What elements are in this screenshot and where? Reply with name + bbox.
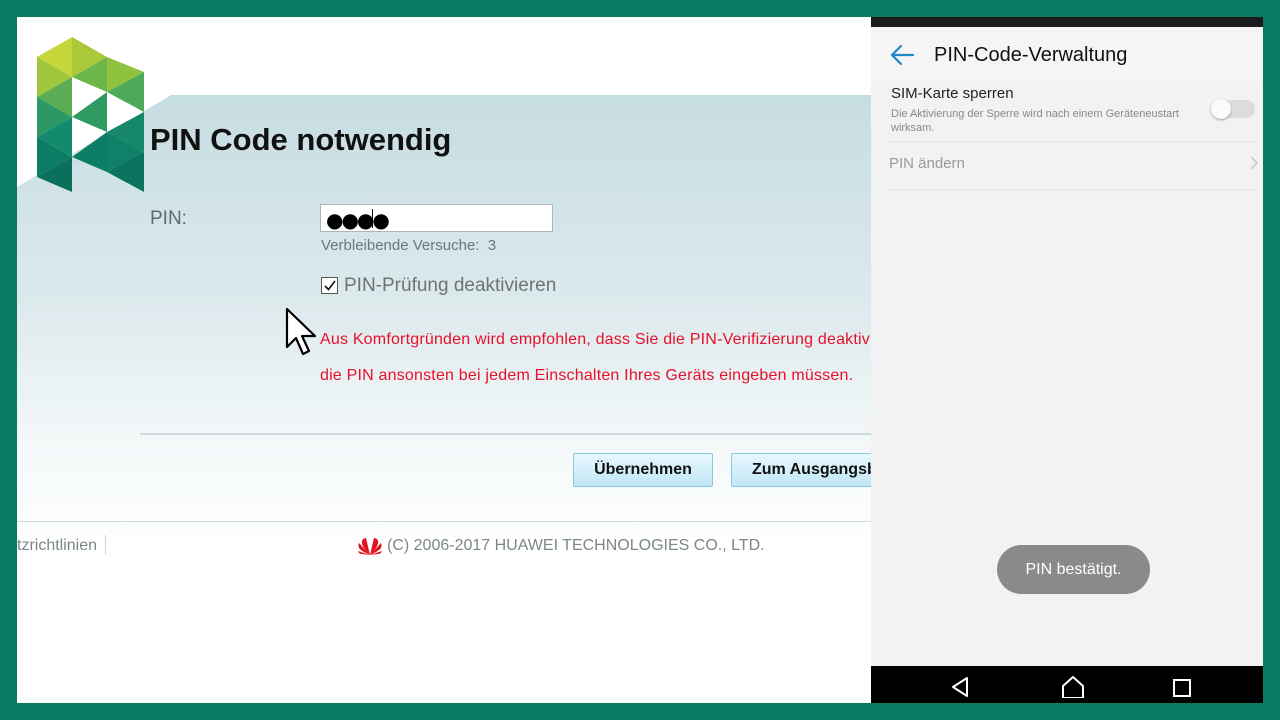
disable-pin-label[interactable]: PIN-Prüfung deaktivieren bbox=[344, 275, 556, 297]
mouse-pointer-icon bbox=[285, 307, 317, 356]
chevron-right-icon bbox=[1250, 156, 1259, 170]
copyright-text: (C) 2006-2017 HUAWEI TECHNOLOGIES CO., L… bbox=[387, 537, 765, 554]
sim-lock-toggle[interactable] bbox=[1211, 99, 1255, 119]
footer-separator bbox=[105, 535, 106, 555]
nav-back-icon[interactable] bbox=[950, 676, 972, 698]
divider bbox=[140, 433, 871, 435]
recommendation-text-line2: die PIN ansonsten bei jedem Einschalten … bbox=[320, 367, 854, 384]
nav-recents-icon[interactable] bbox=[1172, 678, 1192, 698]
reset-button[interactable]: Zum Ausgangsb bbox=[731, 453, 871, 487]
status-bar bbox=[871, 17, 1263, 27]
footer-divider bbox=[17, 521, 871, 522]
back-arrow-icon[interactable] bbox=[889, 43, 915, 67]
android-settings-screen: PIN-Code-Verwaltung SIM-Karte sperren Di… bbox=[871, 17, 1263, 703]
pin-label: PIN: bbox=[150, 208, 187, 229]
pin-input[interactable]: ●●●● bbox=[320, 204, 553, 232]
remaining-attempts-count: 3 bbox=[487, 237, 497, 254]
text-caret bbox=[372, 209, 373, 228]
remaining-attempts: Verbleibende Versuche: 3 bbox=[321, 237, 496, 254]
toast-message: PIN bestätigt. bbox=[997, 545, 1150, 594]
list-divider bbox=[889, 141, 1259, 142]
app-bar: PIN-Code-Verwaltung bbox=[871, 27, 1263, 81]
router-web-page: PIN Code notwendig PIN: ●●●● Verbleibend… bbox=[17, 17, 871, 703]
list-divider bbox=[889, 189, 1259, 190]
apply-button[interactable]: Übernehmen bbox=[573, 453, 713, 487]
sim-lock-title[interactable]: SIM-Karte sperren bbox=[891, 85, 1014, 102]
privacy-policy-link[interactable]: tzrichtlinien bbox=[17, 537, 97, 555]
huawei-logo-icon bbox=[358, 538, 382, 555]
channel-logo bbox=[17, 17, 302, 192]
disable-pin-checkbox[interactable] bbox=[321, 277, 338, 294]
checkmark-icon bbox=[324, 280, 336, 291]
remaining-attempts-label: Verbleibende Versuche: bbox=[321, 237, 480, 254]
toggle-knob bbox=[1211, 99, 1231, 119]
sim-lock-description: Die Aktivierung der Sperre wird nach ein… bbox=[891, 108, 1179, 134]
recommendation-text-line1: Aus Komfortgründen wird empfohlen, dass … bbox=[320, 331, 871, 348]
change-pin-item[interactable]: PIN ändern bbox=[889, 155, 965, 172]
page-title: PIN Code notwendig bbox=[150, 122, 452, 157]
pin-value: ●●●● bbox=[326, 208, 390, 232]
screen-title: PIN-Code-Verwaltung bbox=[934, 44, 1128, 66]
nav-home-icon[interactable] bbox=[1061, 674, 1085, 698]
navigation-bar bbox=[871, 666, 1263, 703]
